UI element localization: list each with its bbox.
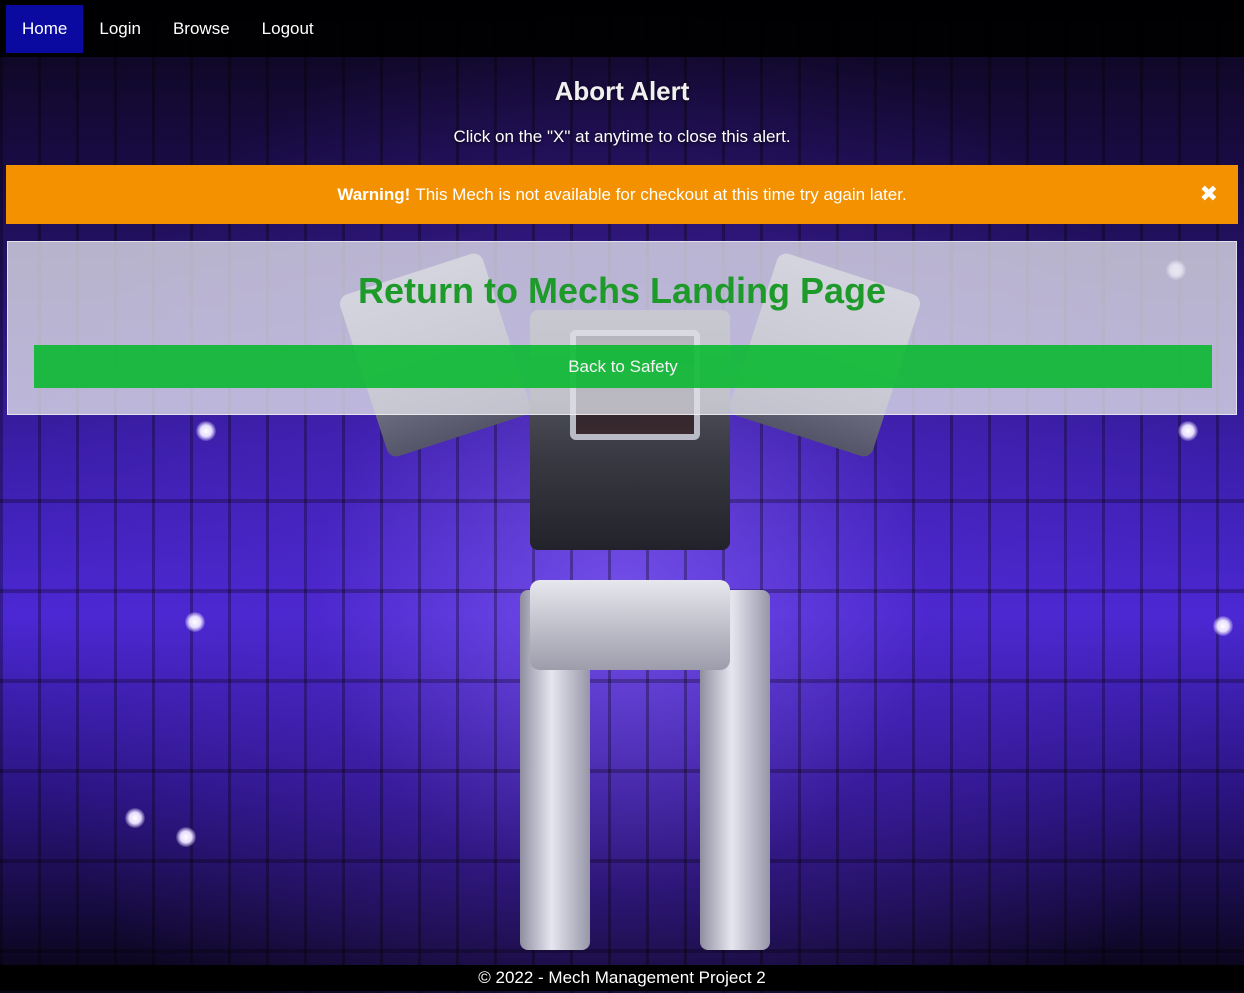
warning-message: This Mech is not available for checkout … — [415, 184, 907, 204]
warning-label: Warning! — [337, 184, 411, 204]
alert-subtext: Click on the "X" at anytime to close thi… — [453, 127, 791, 146]
back-to-safety-button[interactable]: Back to Safety — [34, 345, 1212, 388]
background-image — [0, 0, 1244, 993]
footer-copyright: © 2022 - Mech Management Project 2 — [478, 968, 766, 987]
mech-hip — [530, 580, 730, 670]
stage-light — [196, 421, 216, 441]
navbar: Home Login Browse Logout — [0, 0, 1244, 57]
close-icon[interactable]: ✖ — [1200, 183, 1218, 205]
stage-light — [185, 612, 205, 632]
alert-heading: Abort Alert — [554, 76, 690, 106]
stage-light — [1178, 421, 1198, 441]
landing-panel: Return to Mechs Landing Page Back to Saf… — [7, 241, 1237, 415]
nav-home-link[interactable]: Home — [6, 4, 84, 53]
footer: © 2022 - Mech Management Project 2 — [0, 965, 1244, 991]
warning-alert: Warning! This Mech is not available for … — [6, 165, 1238, 224]
landing-title: Return to Mechs Landing Page — [357, 270, 887, 311]
nav-logout-link[interactable]: Logout — [246, 5, 330, 53]
stage-light — [176, 827, 196, 847]
stage-light — [1213, 616, 1233, 636]
nav-login-link[interactable]: Login — [83, 5, 157, 53]
stage-light — [125, 808, 145, 828]
nav-browse-link[interactable]: Browse — [157, 5, 246, 53]
